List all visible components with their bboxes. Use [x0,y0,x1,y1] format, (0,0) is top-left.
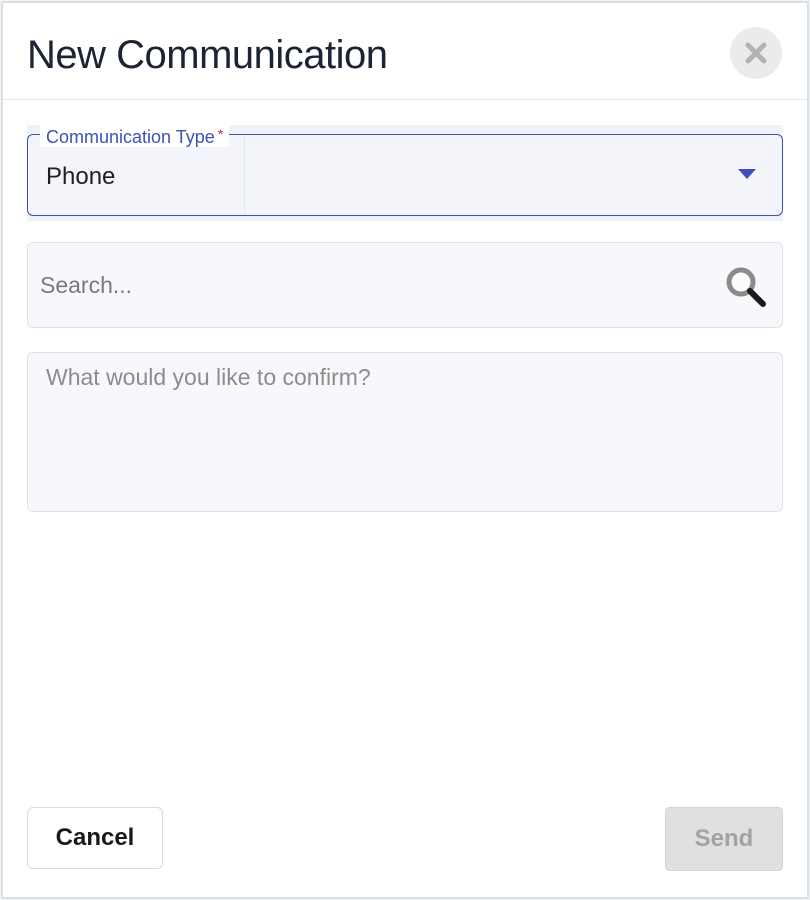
dialog-title: New Communication [27,33,388,77]
message-textarea[interactable] [46,363,766,499]
communication-type-label: Communication Type * [40,124,230,147]
communication-type-field: Communication Type * Phone [27,124,783,221]
cancel-button[interactable]: Cancel [27,807,163,869]
dialog-header: New Communication [3,3,807,100]
search-input[interactable] [40,265,700,305]
close-icon [745,42,767,64]
send-button[interactable]: Send [665,807,783,871]
search-field [27,242,783,328]
select-divider [244,135,245,215]
search-icon[interactable] [724,265,768,309]
communication-type-select[interactable]: Communication Type * Phone [27,124,783,216]
required-marker: * [217,126,224,142]
close-button[interactable] [730,27,782,79]
communication-type-value: Phone [46,163,116,190]
caret-down-icon[interactable] [738,169,756,179]
message-field [27,352,783,512]
communication-type-label-text: Communication Type [46,127,215,147]
new-communication-dialog: New Communication Communication Type * Ph… [1,1,809,899]
